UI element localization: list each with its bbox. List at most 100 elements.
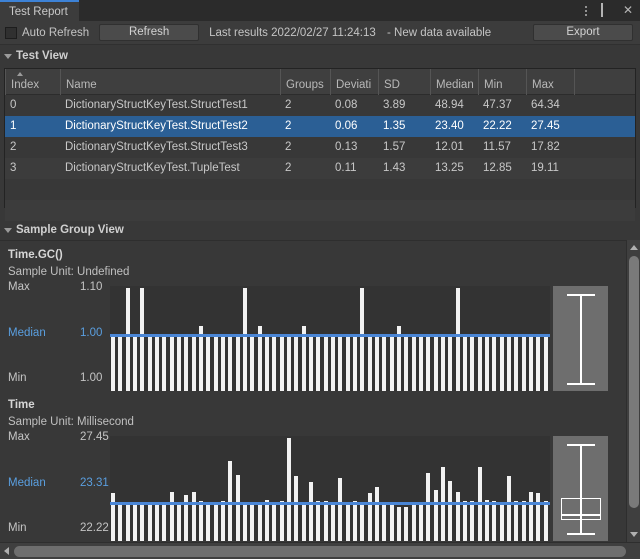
histogram-bar <box>367 335 372 391</box>
table-row[interactable]: 0 DictionaryStructKeyTest.StructTest1 2 0.0… <box>5 95 635 116</box>
vertical-scrollbar-thumb[interactable] <box>629 256 639 508</box>
column-header-deviati[interactable]: Deviati <box>330 69 378 95</box>
export-button[interactable]: Export <box>533 24 633 41</box>
histogram-bar <box>213 502 218 541</box>
auto-refresh-toggle[interactable]: Auto Refresh <box>5 26 90 39</box>
horizontal-scrollbar[interactable] <box>0 542 640 559</box>
histogram-bar <box>382 502 387 541</box>
histogram-bar <box>543 335 548 391</box>
column-header-groups[interactable]: Groups <box>280 69 330 95</box>
histogram-bar <box>125 502 130 541</box>
histogram-bar <box>221 501 226 541</box>
histogram-bar <box>243 288 248 391</box>
histogram-bar <box>375 487 380 541</box>
foldout-sample-group-view[interactable]: Sample Group View <box>0 222 124 238</box>
cell-groups: 2 <box>285 99 292 111</box>
cell-name: DictionaryStructKeyTest.StructTest2 <box>65 120 248 132</box>
stat-value-max: 1.10 <box>80 281 103 293</box>
histogram-bar <box>463 335 468 391</box>
cell-sd: 3.89 <box>383 99 406 111</box>
cell-index: 1 <box>10 120 17 132</box>
maximize-icon[interactable] <box>601 3 614 17</box>
histogram-bar <box>206 502 211 541</box>
histogram-bar <box>111 493 116 541</box>
cell-sd: 1.57 <box>383 141 406 153</box>
cell-min: 11.57 <box>483 141 511 153</box>
auto-refresh-checkbox[interactable] <box>5 26 17 39</box>
scroll-down-icon[interactable] <box>630 532 638 537</box>
median-line <box>110 334 550 338</box>
column-header-min[interactable]: Min <box>478 69 526 95</box>
cell-min: 22.22 <box>483 120 512 132</box>
histogram-bar <box>331 335 336 391</box>
column-header-blank[interactable] <box>574 69 635 95</box>
histogram-bar <box>323 335 328 391</box>
histogram-bar <box>272 502 277 541</box>
stat-label-max: Max <box>8 431 30 443</box>
column-header-index[interactable]: Index <box>5 69 60 95</box>
table-row[interactable]: 3 DictionaryStructKeyTest.TupleTest 2 0.11 1… <box>5 158 635 179</box>
table-row[interactable]: 1 DictionaryStructKeyTest.StructTest2 2 0.0… <box>5 116 635 137</box>
whisker-cap-min <box>566 383 595 385</box>
status-text: Last results 2022/02/27 11:24:13 - New d… <box>209 27 491 39</box>
histogram-bar <box>309 335 314 391</box>
stat-value-min: 1.00 <box>80 372 103 384</box>
auto-refresh-label: Auto Refresh <box>22 26 90 39</box>
histogram-bar <box>111 335 116 391</box>
stat-label-min: Min <box>8 522 27 534</box>
kebab-menu-icon[interactable] <box>579 4 592 17</box>
histogram-bar <box>463 501 468 541</box>
stat-label-median: Median <box>8 476 46 489</box>
histogram-bar <box>433 490 438 541</box>
cell-name: DictionaryStructKeyTest.StructTest1 <box>65 99 248 111</box>
stat-label-min: Min <box>8 372 27 384</box>
histogram-bar <box>404 507 409 541</box>
column-header-sd[interactable]: SD <box>378 69 430 95</box>
histogram-bar <box>265 499 270 541</box>
histogram-bar <box>257 502 262 541</box>
foldout-test-view[interactable]: Test View <box>0 48 68 64</box>
cell-deviation: 0.11 <box>335 162 357 174</box>
scroll-left-icon[interactable] <box>4 547 9 555</box>
column-header-max[interactable]: Max <box>526 69 574 95</box>
histogram-bar <box>118 335 123 391</box>
histogram-bar <box>360 502 365 541</box>
whisker-cap-max <box>566 444 595 446</box>
whisker-cap-min <box>566 533 595 535</box>
histogram-bar <box>301 502 306 541</box>
column-header-name[interactable]: Name <box>60 69 280 95</box>
histogram-bar <box>169 335 174 391</box>
histogram-bar <box>389 502 394 541</box>
table-row[interactable]: 2 DictionaryStructKeyTest.StructTest3 2 0.1… <box>5 137 635 158</box>
horizontal-scrollbar-thumb[interactable] <box>14 546 626 557</box>
histogram-bar <box>419 335 424 391</box>
tab-test-report[interactable]: Test Report <box>0 0 79 21</box>
histogram-bar <box>279 335 284 391</box>
histogram-bar <box>177 502 182 541</box>
histogram-bar <box>199 501 204 541</box>
cell-median: 13.25 <box>435 162 464 174</box>
histogram-bar <box>294 335 299 391</box>
vertical-scrollbar[interactable] <box>626 240 640 542</box>
histogram-bar <box>235 474 240 541</box>
cell-median: 23.40 <box>435 120 464 132</box>
cell-min: 47.37 <box>483 99 512 111</box>
histogram-bar <box>448 335 453 391</box>
histogram-bar <box>228 335 233 391</box>
sample-histogram <box>110 436 550 541</box>
cell-deviation: 0.06 <box>335 120 358 132</box>
close-icon[interactable]: ✕ <box>623 4 636 17</box>
toolbar: Auto Refresh Refresh Last results 2022/0… <box>0 21 640 45</box>
cell-index: 3 <box>10 162 17 174</box>
column-header-median[interactable]: Median <box>430 69 478 95</box>
histogram-bar <box>331 502 336 541</box>
cell-index: 0 <box>10 99 17 111</box>
scroll-up-icon[interactable] <box>630 245 638 250</box>
histogram-bar <box>162 502 167 541</box>
refresh-button[interactable]: Refresh <box>99 24 200 41</box>
histogram-bar <box>287 438 292 541</box>
stat-value-max: 27.45 <box>80 431 109 443</box>
cell-max: 64.34 <box>531 99 560 111</box>
histogram-bar <box>492 501 497 541</box>
histogram-bar <box>529 335 534 391</box>
